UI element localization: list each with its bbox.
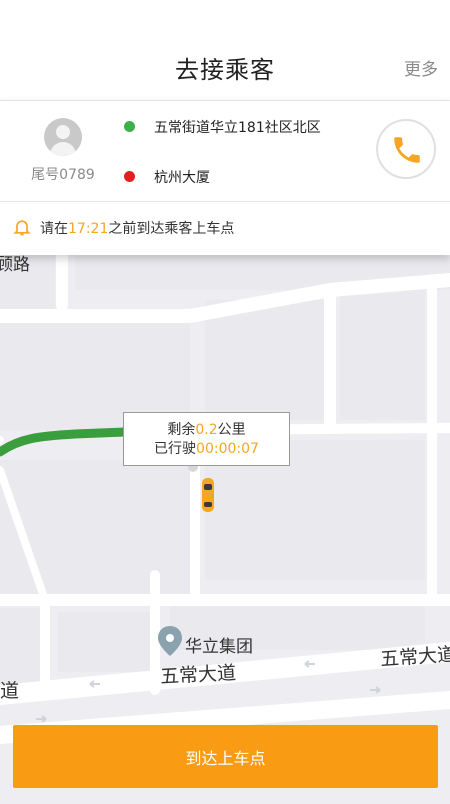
road-label: 五常大道 <box>159 662 237 688</box>
call-passenger-button[interactable] <box>376 119 436 179</box>
phone-icon <box>394 137 420 163</box>
pickup-dot <box>124 121 135 132</box>
arrive-pickup-button[interactable]: 到达上车点 <box>13 725 438 788</box>
bell-icon <box>13 220 31 236</box>
card-divider <box>0 201 450 202</box>
destination-dot <box>124 171 135 182</box>
trip-info-bubble: 剩余0.2公里 已行驶00:00:07 <box>123 412 290 466</box>
driven-time: 已行驶00:00:07 <box>154 441 259 457</box>
poi-label[interactable]: 华立集团 <box>185 632 253 657</box>
car-marker-icon <box>202 478 214 512</box>
road-label: 道 <box>0 680 20 702</box>
more-button[interactable]: 更多 <box>404 55 438 80</box>
top-bar: 去接乘客 更多 <box>0 0 450 100</box>
avatar <box>44 118 82 156</box>
remaining-distance: 剩余0.2公里 <box>167 422 246 438</box>
road-label: 五常大道 <box>379 643 450 671</box>
page-title: 去接乘客 <box>175 56 275 84</box>
passenger-tail-number: 尾号0789 <box>31 167 95 183</box>
